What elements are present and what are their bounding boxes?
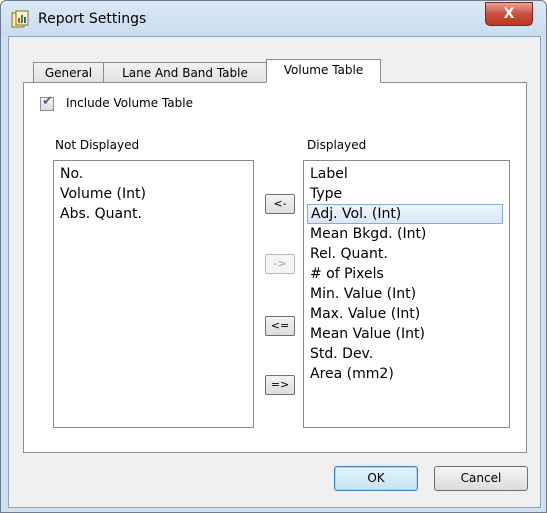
tab-general[interactable]: General xyxy=(33,62,104,83)
list-item[interactable]: Min. Value (Int) xyxy=(310,284,416,304)
list-item[interactable]: Volume (Int) xyxy=(60,184,146,204)
dialog-title: Report Settings xyxy=(38,11,147,27)
title-bar: Report Settings X xyxy=(1,1,546,37)
check-icon: ✔ xyxy=(42,94,53,109)
displayed-list[interactable]: Label Type Adj. Vol. (Int) Mean Bkgd. (I… xyxy=(303,160,510,428)
list-item[interactable]: Label xyxy=(310,164,348,184)
list-item[interactable]: Max. Value (Int) xyxy=(310,304,420,324)
list-item[interactable]: Mean Bkgd. (Int) xyxy=(310,224,426,244)
list-item-selected[interactable]: Adj. Vol. (Int) xyxy=(307,204,503,224)
cancel-button[interactable]: Cancel xyxy=(434,466,528,491)
close-icon: X xyxy=(503,6,515,22)
list-item[interactable]: Rel. Quant. xyxy=(310,244,388,264)
not-displayed-list[interactable]: No. Volume (Int) Abs. Quant. xyxy=(53,160,254,428)
tab-volume-table[interactable]: Volume Table xyxy=(266,59,381,83)
report-app-icon xyxy=(11,10,29,28)
list-item[interactable]: # of Pixels xyxy=(310,264,384,284)
list-item[interactable]: Abs. Quant. xyxy=(60,204,142,224)
ok-button[interactable]: OK xyxy=(334,466,418,491)
list-item[interactable]: Area (mm2) xyxy=(310,364,394,384)
include-volume-table-checkbox[interactable]: ✔ xyxy=(40,94,54,111)
tab-lane-and-band-table[interactable]: Lane And Band Table xyxy=(103,62,267,83)
move-all-right-button[interactable]: => xyxy=(265,375,295,395)
displayed-label: Displayed xyxy=(307,138,367,152)
list-item[interactable]: Std. Dev. xyxy=(310,344,373,364)
move-all-left-button[interactable]: <= xyxy=(265,316,295,336)
list-item[interactable]: No. xyxy=(60,164,83,184)
not-displayed-label: Not Displayed xyxy=(55,138,140,152)
move-left-button[interactable]: <- xyxy=(265,194,295,214)
include-volume-table-label: Include Volume Table xyxy=(66,96,193,110)
move-right-button[interactable]: -> xyxy=(265,254,295,274)
list-item[interactable]: Mean Value (Int) xyxy=(310,324,425,344)
list-item[interactable]: Type xyxy=(310,184,342,204)
close-button[interactable]: X xyxy=(485,2,533,26)
